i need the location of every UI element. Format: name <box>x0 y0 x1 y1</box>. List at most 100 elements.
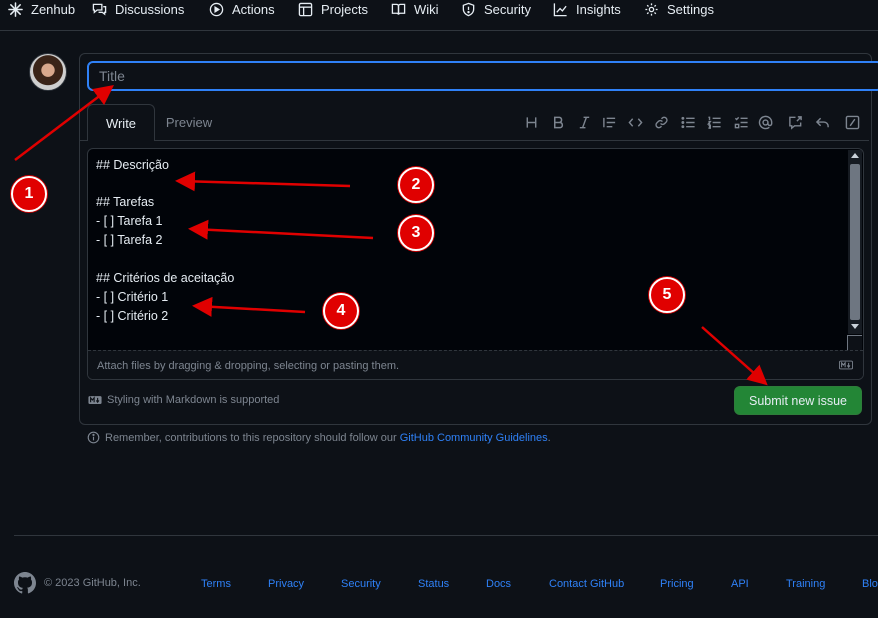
nav-insights[interactable]: Insights <box>553 0 621 18</box>
quote-icon <box>602 117 615 127</box>
nav-label: Zenhub <box>31 1 76 17</box>
comment-discussion-icon <box>92 3 107 16</box>
copyright-text: © 2023 GitHub, Inc. <box>44 577 141 589</box>
body-textarea[interactable]: ## Descrição ## Tarefas - [ ] Tarefa 1 -… <box>87 148 864 380</box>
attach-text: Attach files by dragging & dropping, sel… <box>97 359 400 372</box>
callout-1: 1 <box>11 176 47 212</box>
footer-link-pricing[interactable]: Pricing <box>660 578 694 590</box>
tab-write[interactable]: Write <box>87 104 155 141</box>
nav-discussions[interactable]: Discussions <box>92 0 184 18</box>
table-icon <box>298 2 313 16</box>
repo-navigation: Zenhub Discussions Actions Projects Wiki… <box>0 0 878 31</box>
avatar[interactable] <box>29 53 67 91</box>
footer-link-training[interactable]: Training <box>786 578 825 590</box>
footer-link-blog[interactable]: Blo <box>862 578 878 590</box>
cross-reference-icon <box>788 115 802 130</box>
nav-wiki[interactable]: Wiki <box>391 0 439 18</box>
footer-copyright: © 2023 GitHub, Inc. <box>14 572 141 594</box>
callout-2: 2 <box>398 167 434 203</box>
code-button[interactable] <box>627 114 643 130</box>
bold-icon <box>553 116 563 128</box>
reply-button[interactable] <box>814 114 830 130</box>
text-line: - [ ] Critério 1 <box>96 290 169 304</box>
scroll-up-arrow[interactable] <box>851 153 859 158</box>
graph-icon <box>553 2 567 16</box>
zenhub-icon <box>8 1 23 17</box>
footer-link-security[interactable]: Security <box>341 578 381 590</box>
footer-link-terms[interactable]: Terms <box>201 578 231 590</box>
resize-handle[interactable] <box>847 335 862 350</box>
task-list-icon <box>734 116 748 128</box>
markdown-icon <box>88 396 102 404</box>
github-logo-icon[interactable] <box>14 572 36 594</box>
italic-button[interactable] <box>576 114 592 130</box>
remember-suffix: . <box>547 431 551 444</box>
shield-icon <box>462 2 475 16</box>
tab-preview[interactable]: Preview <box>156 104 222 140</box>
footer-divider <box>14 535 878 536</box>
cross-reference-button[interactable] <box>787 114 803 130</box>
markdown-note-text: Styling with Markdown is supported <box>107 394 280 406</box>
slash-command-button[interactable] <box>844 114 860 130</box>
unordered-list-icon <box>680 116 695 128</box>
code-icon <box>627 117 643 127</box>
remember-text: Remember, contributions to this reposito… <box>105 431 397 444</box>
markdown-note[interactable]: Styling with Markdown is supported <box>88 394 279 406</box>
ordered-list-button[interactable] <box>706 114 722 130</box>
nav-label: Settings <box>667 1 714 17</box>
attach-files-bar[interactable]: Attach files by dragging & dropping, sel… <box>88 350 863 379</box>
callout-5: 5 <box>649 277 685 313</box>
nav-label: Security <box>484 1 531 17</box>
link-icon <box>654 116 668 128</box>
footer-link-api[interactable]: API <box>731 578 749 590</box>
link-button[interactable] <box>653 114 669 130</box>
nav-zenhub[interactable]: Zenhub <box>8 0 75 18</box>
mention-icon <box>758 115 772 129</box>
title-input[interactable] <box>87 61 878 91</box>
heading-button[interactable] <box>523 114 539 130</box>
nav-settings[interactable]: Settings <box>644 0 714 18</box>
scrollbar[interactable] <box>848 150 862 334</box>
nav-security[interactable]: Security <box>461 0 531 18</box>
task-list-button[interactable] <box>733 114 749 130</box>
contribution-guidelines-note: Remember, contributions to this reposito… <box>87 431 551 444</box>
tab-label: Preview <box>165 114 213 130</box>
nav-label: Projects <box>321 1 368 17</box>
unordered-list-button[interactable] <box>680 114 696 130</box>
nav-label: Wiki <box>414 1 439 17</box>
quote-button[interactable] <box>601 114 617 130</box>
italic-icon <box>579 116 589 128</box>
info-icon <box>87 431 100 444</box>
callout-4: 4 <box>323 293 359 329</box>
callout-3: 3 <box>398 215 434 251</box>
heading-icon <box>526 116 536 128</box>
editor-tabs: Write Preview <box>80 104 869 141</box>
scroll-thumb[interactable] <box>850 164 860 320</box>
text-line: - [ ] Tarefa 1 <box>96 214 163 228</box>
text-line: ## Descrição <box>96 158 169 172</box>
gear-icon <box>645 2 658 16</box>
nav-label: Insights <box>576 1 621 17</box>
footer-link-docs[interactable]: Docs <box>486 578 511 590</box>
text-line: ## Tarefas <box>96 195 155 209</box>
ordered-list-icon <box>706 116 721 129</box>
footer-link-privacy[interactable]: Privacy <box>268 578 304 590</box>
tab-label: Write <box>105 115 137 131</box>
play-icon <box>209 2 224 16</box>
scroll-down-arrow[interactable] <box>851 324 859 329</box>
reply-icon <box>815 117 829 127</box>
footer-link-contact[interactable]: Contact GitHub <box>549 578 624 590</box>
mention-button[interactable] <box>757 114 773 130</box>
community-guidelines-link[interactable]: GitHub Community Guidelines <box>400 432 548 444</box>
nav-actions[interactable]: Actions <box>209 0 275 18</box>
footer-link-status[interactable]: Status <box>418 578 449 590</box>
nav-projects[interactable]: Projects <box>298 0 368 18</box>
slash-command-icon <box>845 115 859 129</box>
bold-button[interactable] <box>550 114 566 130</box>
submit-issue-button[interactable]: Submit new issue <box>734 386 862 415</box>
markdown-icon <box>839 360 853 370</box>
nav-label: Discussions <box>115 1 185 17</box>
nav-label: Actions <box>232 1 275 17</box>
text-line: ## Critérios de aceitação <box>96 271 235 285</box>
text-line: - [ ] Critério 2 <box>96 309 169 323</box>
